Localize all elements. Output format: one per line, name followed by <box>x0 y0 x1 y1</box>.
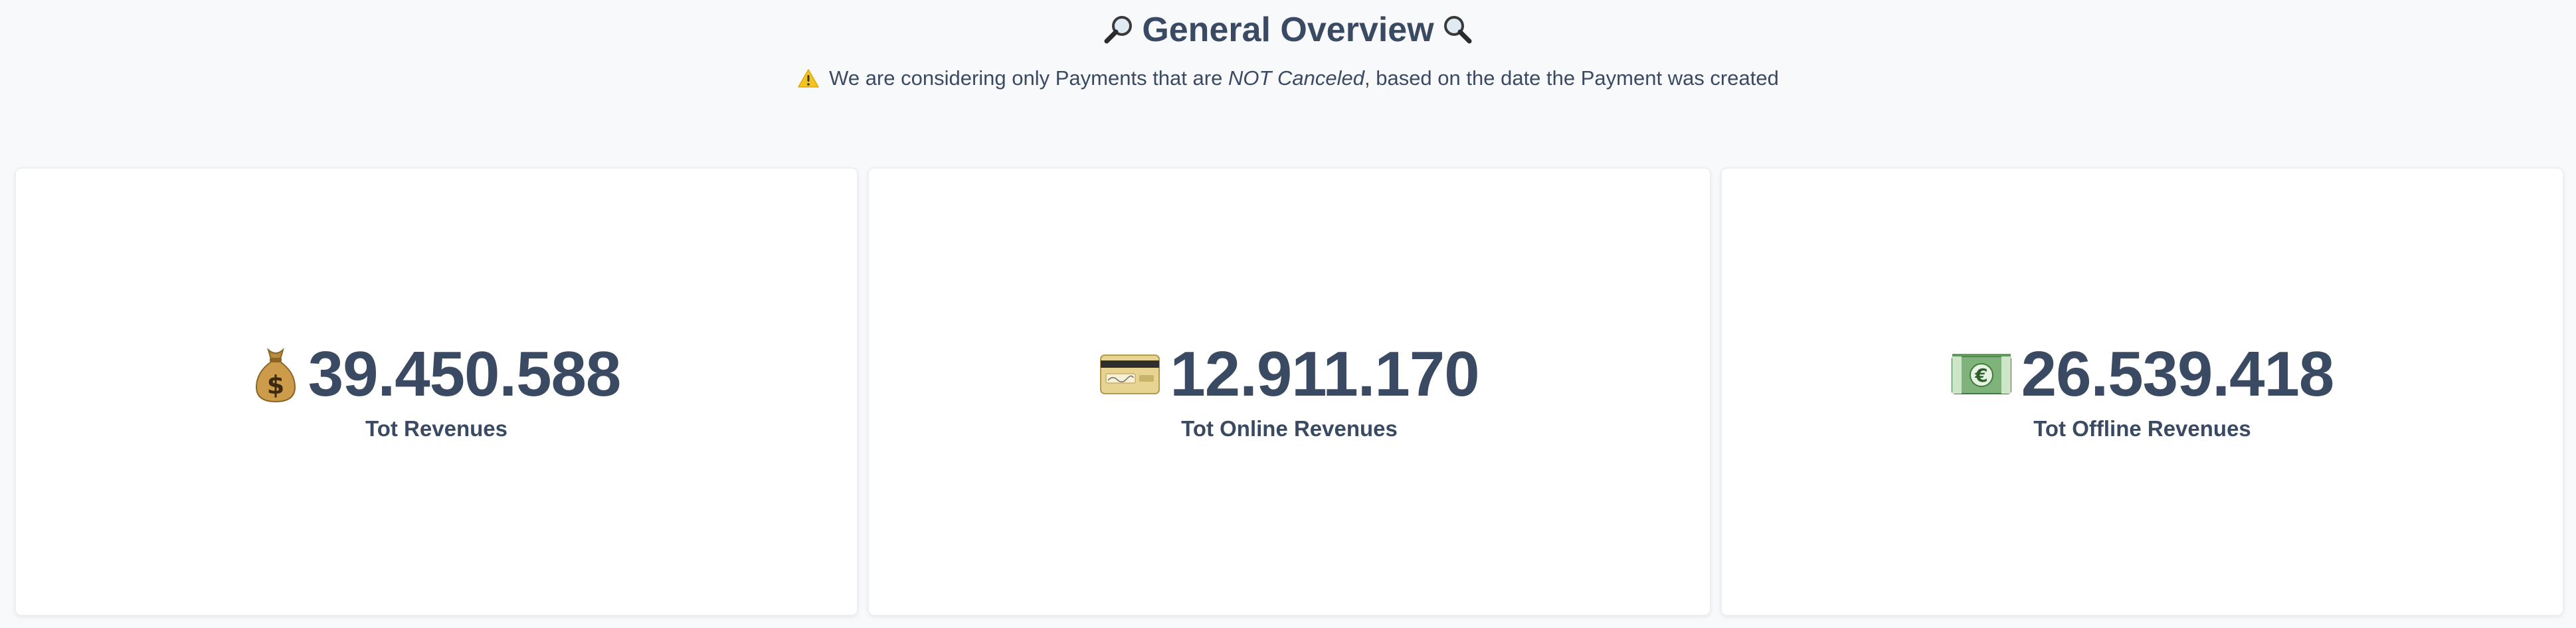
euro-banknote-icon: € <box>1951 353 2012 396</box>
page-title-text: General Overview <box>1142 11 1434 49</box>
magnifying-glass-right-icon <box>1442 14 1474 46</box>
metric-value: 12.911.170 <box>1170 339 1479 410</box>
page-subtitle: We are considering only Payments that ar… <box>0 65 2576 92</box>
magnifying-glass-left-icon <box>1102 14 1134 46</box>
metric-card-tot-online-revenues: 12.911.170 Tot Online Revenues <box>868 167 1711 616</box>
credit-card-icon <box>1099 354 1160 395</box>
metric-label: Tot Offline Revenues <box>2033 416 2251 441</box>
metric-card-tot-revenues: $ 39.450.588 Tot Revenues <box>15 167 858 616</box>
metric-value: 39.450.588 <box>308 339 621 410</box>
metric-value: 26.539.418 <box>2021 339 2334 410</box>
header: General Overview We are considering only… <box>0 0 2576 92</box>
svg-text:€: € <box>1974 364 1987 386</box>
money-bag-icon: $ <box>252 346 299 403</box>
metric-label: Tot Revenues <box>365 416 507 441</box>
warning-icon <box>797 68 820 88</box>
subtitle-text-2: , based on the date the Payment was crea… <box>1364 66 1779 90</box>
subtitle-emphasis: NOT Canceled <box>1228 66 1364 90</box>
metric-label: Tot Online Revenues <box>1181 416 1398 441</box>
page-title: General Overview <box>0 9 2576 50</box>
metrics-row: $ 39.450.588 Tot Revenues 12.911.170 Tot… <box>15 167 2564 616</box>
metric-card-tot-offline-revenues: € 26.539.418 Tot Offline Revenues <box>1720 167 2564 616</box>
subtitle-text-1: We are considering only Payments that ar… <box>829 66 1223 90</box>
svg-text:$: $ <box>267 370 284 400</box>
